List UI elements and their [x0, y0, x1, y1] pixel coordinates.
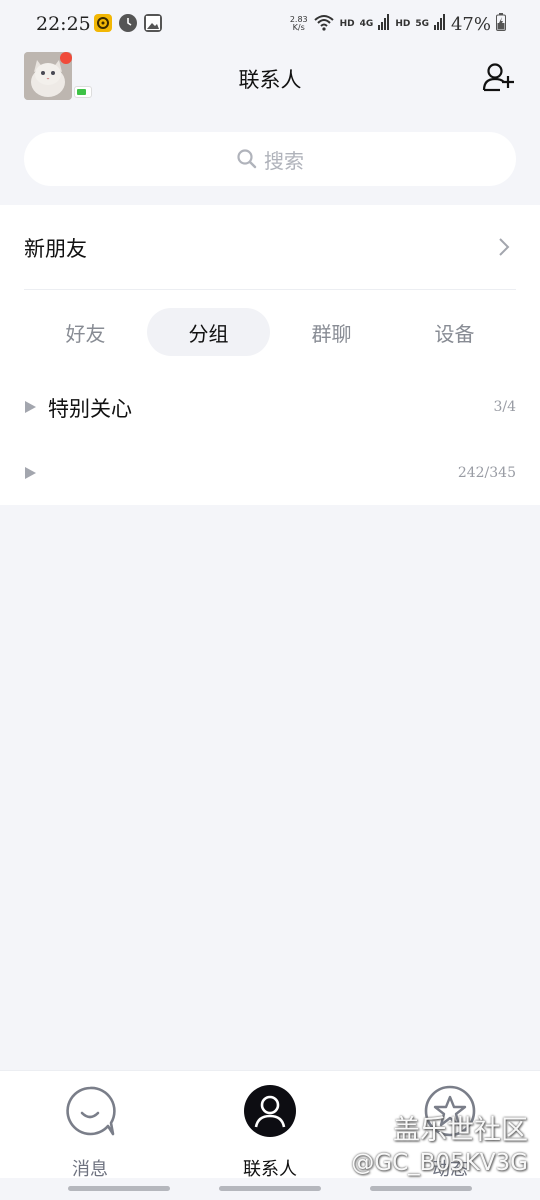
- contacts-card: 新朋友 好友 分组 群聊 设备 特别关心 3/4 242/345: [0, 205, 540, 505]
- nav-contacts[interactable]: 联系人: [220, 1085, 320, 1180]
- notification-app-icon: [94, 14, 112, 32]
- new-friends-row[interactable]: 新朋友: [0, 205, 540, 289]
- network-speed-unit: K/s: [292, 23, 305, 32]
- status-bar: 22:25 2.83 K/s HD 4G HD 5G 47%: [0, 0, 540, 48]
- search-placeholder: 搜索: [264, 148, 304, 173]
- group-row-special-care[interactable]: 特别关心 3/4: [0, 379, 540, 435]
- gesture-bar-center: [219, 1186, 321, 1191]
- tab-devices[interactable]: 设备: [393, 308, 516, 356]
- clock-icon: [119, 14, 137, 32]
- divider: [24, 289, 516, 290]
- nav-label: 联系人: [243, 1159, 297, 1180]
- group-row-default[interactable]: 242/345: [0, 445, 540, 501]
- page-title: 联系人: [238, 68, 302, 92]
- status-time: 22:25: [36, 13, 91, 35]
- network-speed: 2.83 K/s: [290, 16, 308, 32]
- watermark-handle: @GC_B05KV3G: [351, 1150, 528, 1176]
- network-type-2: 5G: [415, 19, 429, 29]
- search-icon: [237, 149, 257, 169]
- header: 联系人: [0, 48, 540, 108]
- avatar-notification-dot: [60, 52, 72, 64]
- add-user-icon: [482, 63, 514, 92]
- gesture-bar-right: [370, 1186, 472, 1191]
- signal-icon-1: [378, 14, 390, 34]
- search-input[interactable]: 搜索: [24, 132, 516, 186]
- expand-triangle-icon: [25, 401, 36, 413]
- expand-triangle-icon: [25, 467, 36, 479]
- tab-groups[interactable]: 分组: [147, 308, 270, 356]
- watermark-title: 盖乐世社区: [393, 1115, 528, 1146]
- hd-indicator-1: HD: [339, 19, 355, 29]
- contacts-icon: [244, 1085, 296, 1137]
- chevron-right-icon: [499, 238, 510, 256]
- battery-percentage: 47%: [450, 13, 491, 35]
- nav-label: 消息: [72, 1159, 108, 1180]
- contacts-screen: 22:25 2.83 K/s HD 4G HD 5G 47% 联系人 搜索 新朋…: [0, 0, 540, 1200]
- group-name: 特别关心: [48, 397, 132, 421]
- status-right-group: 2.83 K/s HD 4G HD 5G 47%: [290, 13, 506, 35]
- new-friends-label: 新朋友: [24, 237, 87, 261]
- wifi-icon: [313, 13, 335, 35]
- signal-icon-2: [433, 14, 446, 34]
- contacts-tabs: 好友 分组 群聊 设备: [24, 308, 516, 356]
- gallery-icon: [144, 14, 162, 32]
- add-friend-button[interactable]: [482, 60, 516, 94]
- network-type-1: 4G: [359, 19, 374, 29]
- nav-messages[interactable]: 消息: [40, 1085, 140, 1180]
- tab-group-chats[interactable]: 群聊: [270, 308, 393, 356]
- group-count: 242/345: [457, 465, 516, 481]
- battery-charging-icon: [496, 13, 506, 35]
- hd-indicator-2: HD: [395, 19, 411, 29]
- group-count: 3/4: [493, 399, 516, 415]
- tab-friends[interactable]: 好友: [24, 308, 147, 356]
- chat-icon: [66, 1086, 116, 1136]
- gesture-bar-left: [68, 1186, 170, 1191]
